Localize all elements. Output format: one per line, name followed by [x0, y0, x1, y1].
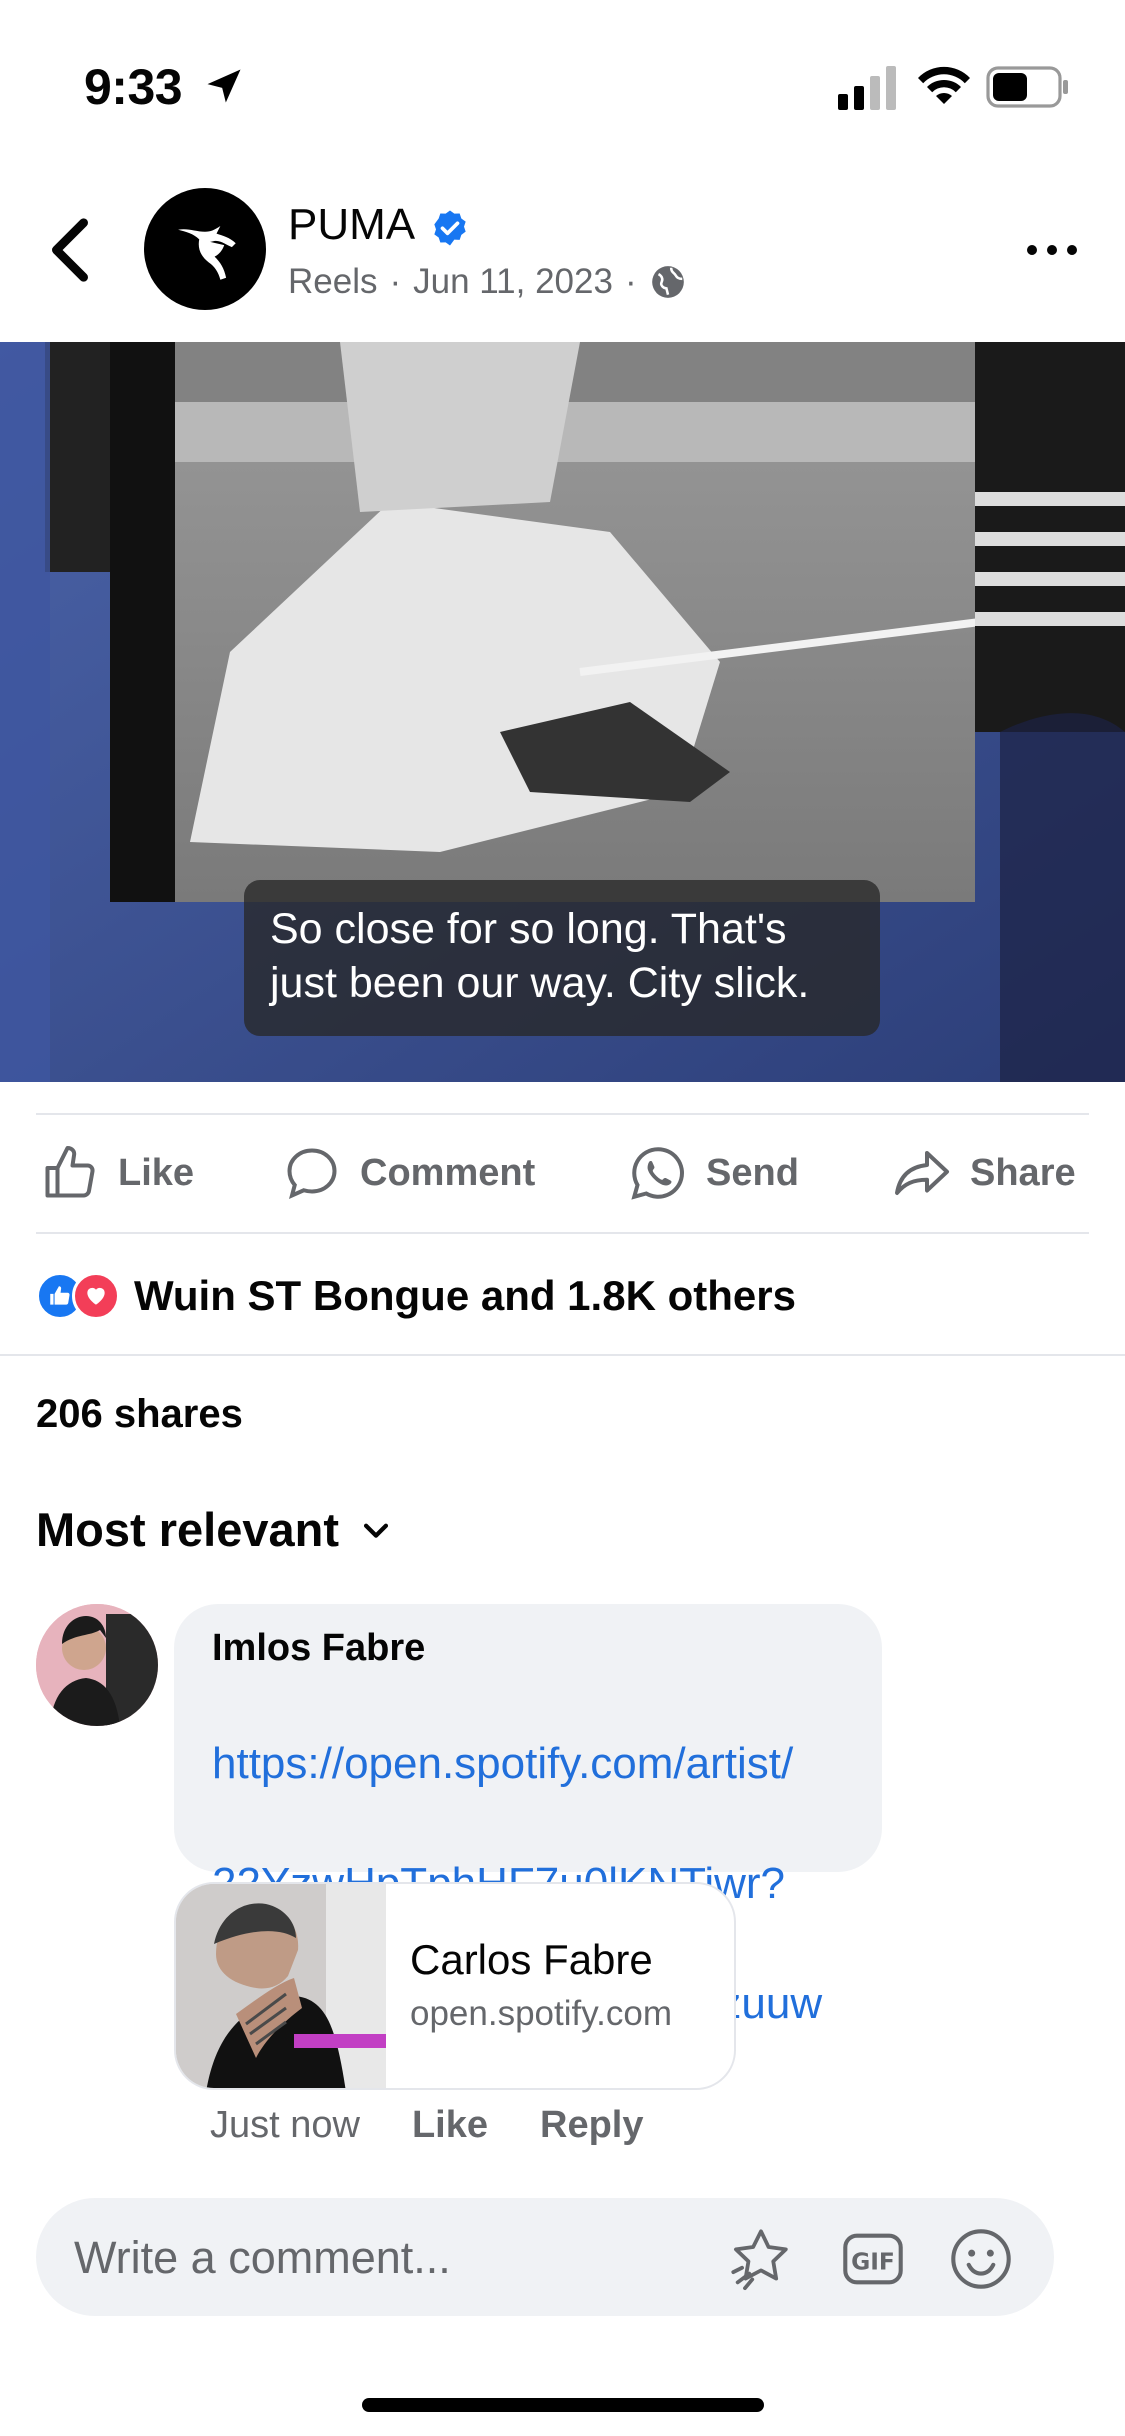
location-arrow-icon	[207, 69, 241, 103]
post-source[interactable]: Reels	[288, 262, 377, 302]
comment-label: Comment	[360, 1151, 536, 1194]
love-reaction-icon	[72, 1272, 120, 1320]
status-time: 9:33	[84, 59, 183, 115]
post-date[interactable]: Jun 11, 2023	[413, 262, 613, 302]
puma-logo-icon	[178, 225, 236, 280]
comment-actions: Just now Like Reply	[210, 2104, 644, 2147]
comment-bubble-icon	[287, 1148, 337, 1200]
like-label: Like	[118, 1151, 195, 1194]
divider-2	[36, 1232, 1089, 1234]
thumbs-up-icon	[45, 1146, 95, 1198]
comment-composer[interactable]: Write a comment... GIF	[36, 2198, 1054, 2316]
share-arrow-icon	[895, 1151, 949, 1195]
whatsapp-icon	[631, 1147, 684, 1200]
link-preview-domain: open.spotify.com	[410, 1994, 672, 2033]
comment-input-placeholder[interactable]: Write a comment...	[74, 2232, 451, 2284]
send-label: Send	[706, 1151, 799, 1194]
comment-sort-dropdown[interactable]: Most relevant	[36, 1502, 393, 1557]
page-avatar[interactable]	[144, 188, 266, 310]
link-preview-card[interactable]: Carlos Fabre open.spotify.com	[174, 1882, 736, 2090]
commenter-avatar[interactable]	[36, 1604, 158, 1726]
emoji-icon[interactable]	[946, 2224, 1016, 2294]
avatar-sticker-icon[interactable]	[726, 2224, 796, 2294]
reactions-text: Wuin ST Bongue and 1.8K others	[134, 1272, 796, 1319]
section-divider	[0, 1354, 1125, 1356]
page-name[interactable]: PUMA	[288, 200, 415, 250]
post-header: PUMA Reels · Jun 11, 2023 ·	[0, 170, 1125, 340]
cellular-signal-icon	[838, 66, 896, 110]
meta-separator-2: ·	[624, 262, 637, 301]
meta-separator: ·	[389, 262, 402, 301]
status-bar: 9:33	[0, 0, 1125, 150]
link-preview-image	[176, 1884, 386, 2088]
battery-icon	[986, 66, 1068, 108]
comment-time: Just now	[210, 2104, 360, 2146]
share-label: Share	[970, 1151, 1076, 1194]
post-meta: Reels · Jun 11, 2023 ·	[288, 262, 687, 302]
link-preview-title: Carlos Fabre	[410, 1936, 653, 1983]
reactions-summary[interactable]: Wuin ST Bongue and 1.8K others	[36, 1266, 796, 1326]
comment-reply-button[interactable]: Reply	[540, 2104, 643, 2147]
verified-badge-icon	[434, 210, 466, 246]
globe-icon	[651, 266, 684, 298]
share-button[interactable]: Share	[892, 1138, 1076, 1208]
more-options-icon[interactable]	[1024, 238, 1080, 262]
video-caption: So close for so long. That's just been o…	[244, 880, 880, 1036]
sort-label: Most relevant	[36, 1503, 339, 1556]
action-bar: Like Comment Send Share	[0, 1114, 1125, 1234]
comment-button[interactable]: Comment	[282, 1138, 535, 1208]
comment-author[interactable]: Imlos Fabre	[212, 1624, 844, 1672]
commenter-photo	[36, 1604, 158, 1726]
caption-line-1: So close for so long. That's	[270, 905, 787, 953]
gif-icon[interactable]: GIF	[838, 2224, 908, 2294]
caption-line-2: just been our way. City slick.	[270, 959, 810, 1007]
wifi-icon	[918, 66, 970, 104]
chevron-down-icon	[363, 1523, 389, 1538]
back-arrow-icon[interactable]	[48, 215, 92, 285]
comment-bubble[interactable]: Imlos Fabre https://open.spotify.com/art…	[174, 1604, 882, 2028]
send-button[interactable]: Send	[628, 1138, 799, 1208]
like-button[interactable]: Like	[40, 1138, 194, 1208]
reel-video[interactable]: So close for so long. That's just been o…	[0, 342, 1125, 1082]
comment-like-button[interactable]: Like	[412, 2104, 488, 2147]
svg-text:GIF: GIF	[851, 2248, 895, 2276]
home-indicator[interactable]	[362, 2398, 764, 2412]
comment-link-line-1: https://open.spotify.com/artist/	[212, 1739, 794, 1788]
shares-count[interactable]: 206 shares	[36, 1392, 243, 1437]
